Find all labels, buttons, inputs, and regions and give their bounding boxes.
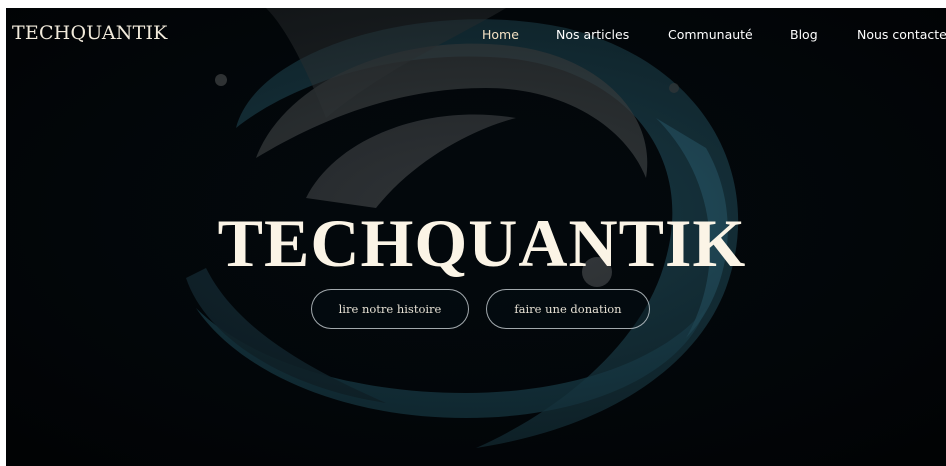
nav-item-communaute[interactable]: Communauté [668,27,753,42]
nav-item-blog[interactable]: Blog [790,27,818,42]
main-nav: Home Nos articles Communauté Blog Nous c… [6,27,946,45]
nav-item-nous-contacter[interactable]: Nous contacter [857,27,946,42]
read-story-button[interactable]: lire notre histoire [311,289,469,329]
hero-title: TECHQUANTIK [217,205,747,281]
nav-item-home[interactable]: Home [482,27,519,42]
hero-section: TECHQUANTIK Home Nos articles Communauté… [6,8,946,466]
donate-button[interactable]: faire une donation [486,289,650,329]
nav-item-nos-articles[interactable]: Nos articles [556,27,629,42]
